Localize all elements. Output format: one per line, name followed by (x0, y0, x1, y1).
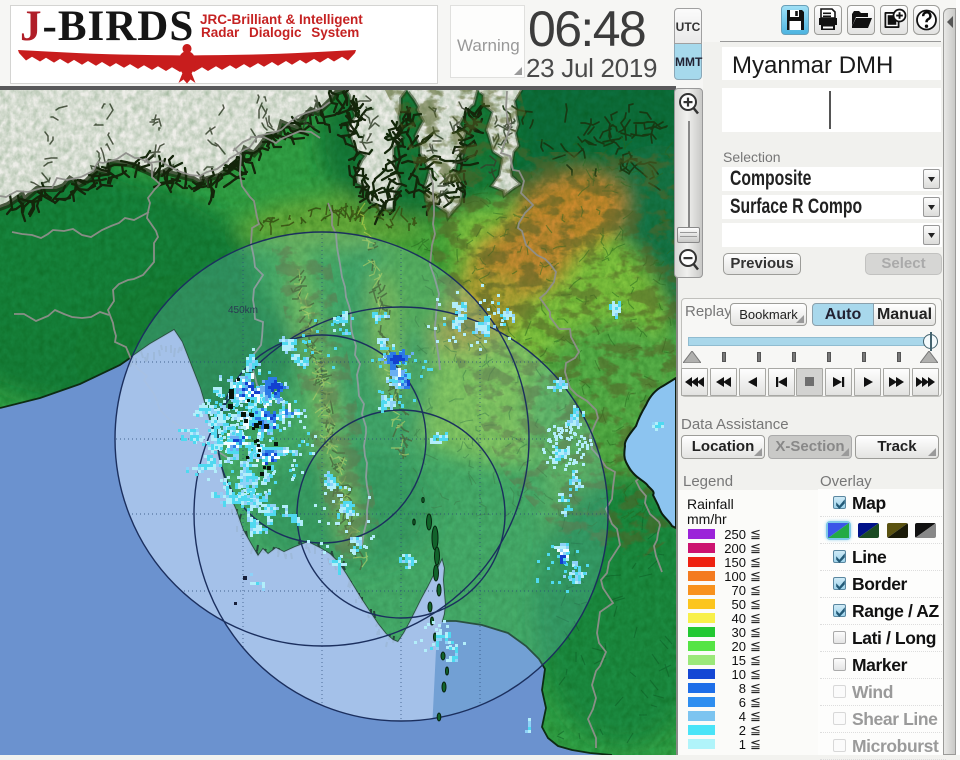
svg-text:450km: 450km (228, 305, 258, 316)
